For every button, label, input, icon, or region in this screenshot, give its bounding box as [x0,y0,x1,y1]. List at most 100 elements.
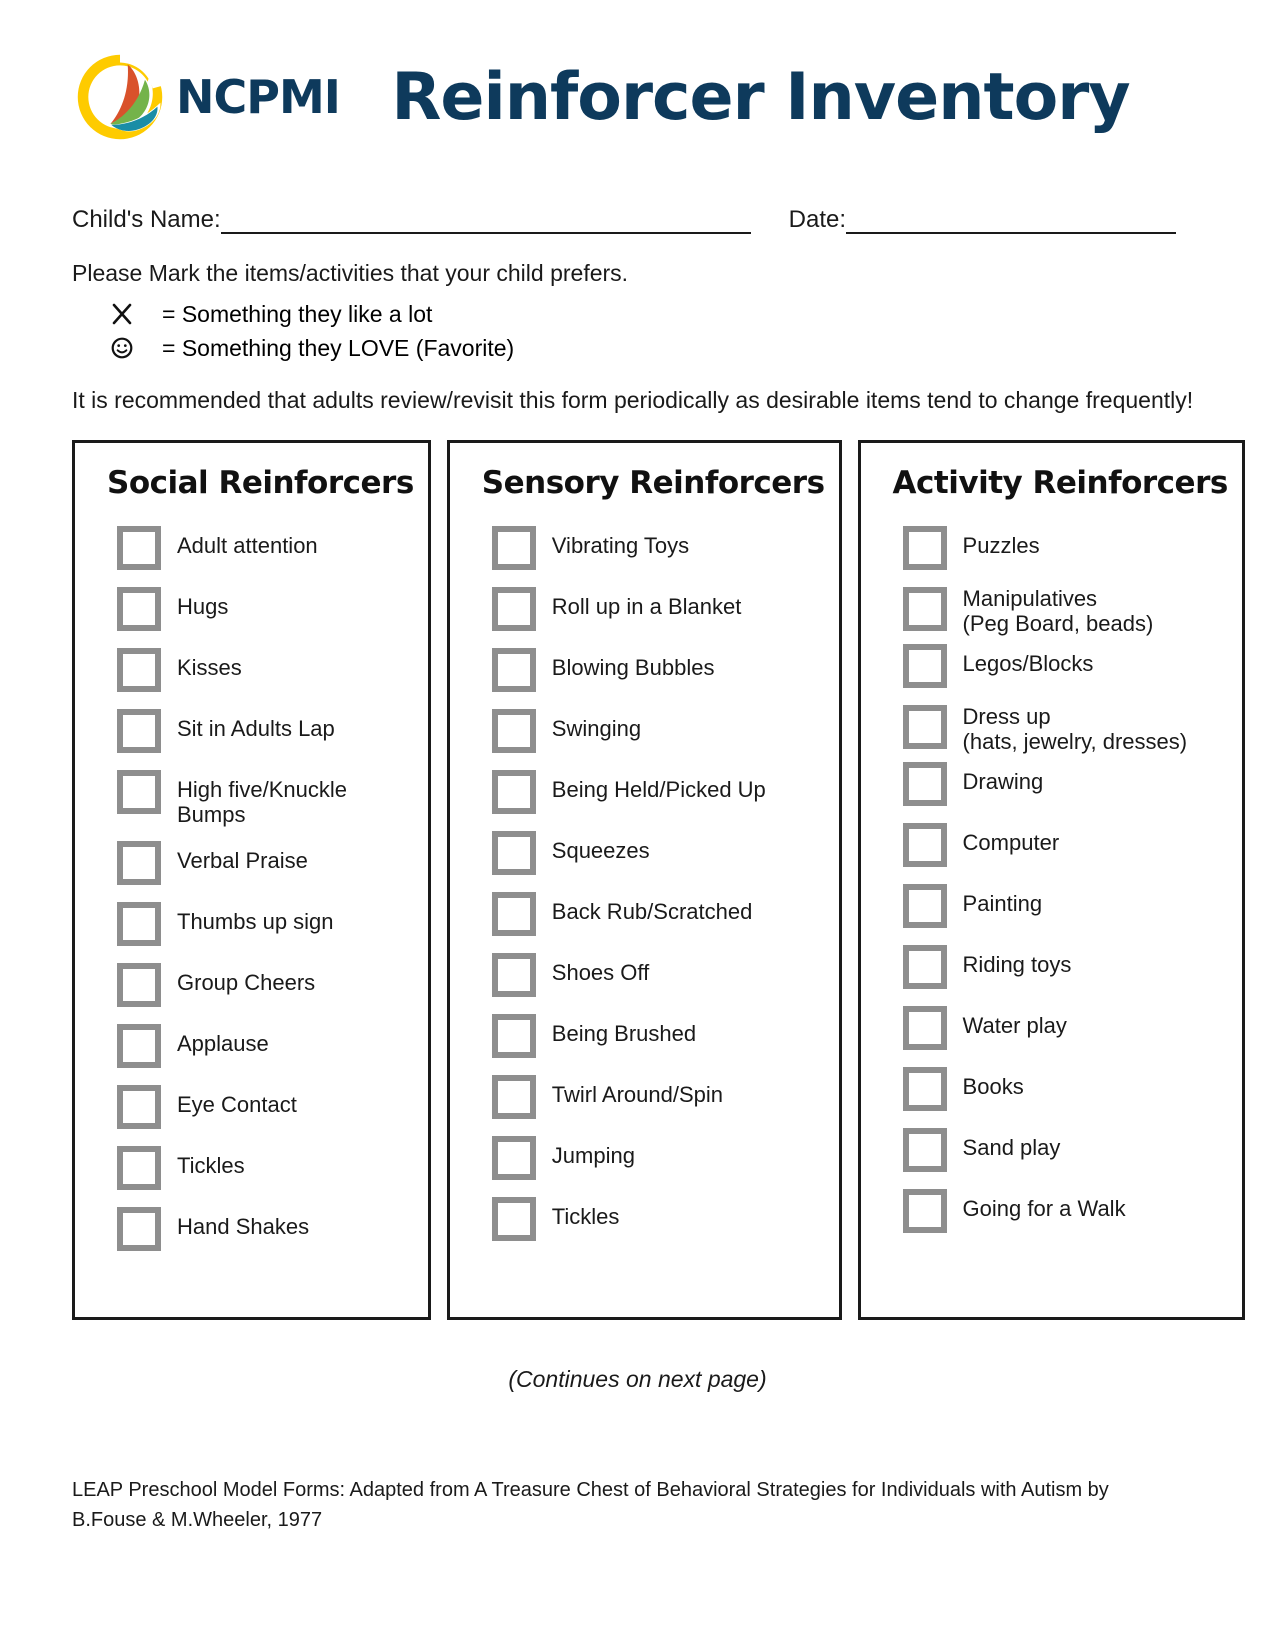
checkbox-row[interactable]: Kisses [117,647,414,695]
checkbox-row[interactable]: Dress up (hats, jewelry, dresses) [902,704,1228,754]
checkbox-row[interactable]: Riding toys [902,944,1228,992]
checkbox[interactable] [491,892,536,936]
citation: LEAP Preschool Model Forms: Adapted from… [72,1475,1203,1535]
checkbox-row[interactable]: Back Rub/Scratched [491,891,825,939]
checkbox-row[interactable]: Vibrating Toys [491,525,825,573]
checkbox[interactable] [117,526,161,570]
checkbox[interactable] [491,1136,536,1180]
checkbox-row[interactable]: Tickles [117,1145,414,1193]
checkbox[interactable] [117,841,161,885]
checkbox[interactable] [117,963,161,1007]
checkbox-label: Eye Contact [177,1092,297,1117]
checkbox[interactable] [902,762,947,806]
checkbox-row[interactable]: Twirl Around/Spin [491,1074,825,1122]
checkbox[interactable] [491,1014,536,1058]
checkbox[interactable] [902,884,947,928]
child-name-input[interactable] [220,210,751,234]
checkbox[interactable] [491,587,536,631]
checkbox-row[interactable]: Painting [902,883,1228,931]
checkbox[interactable] [491,953,536,997]
checkbox-row[interactable]: Swinging [491,708,825,756]
checkbox-row[interactable]: Thumbs up sign [117,901,414,949]
checkbox-row[interactable]: Books [902,1066,1228,1114]
legend: = Something they like a lot = Something … [72,297,1203,365]
checkbox-row[interactable]: Sand play [902,1127,1228,1175]
checkbox-label: Back Rub/Scratched [551,899,753,924]
checkbox[interactable] [117,709,161,753]
checkbox[interactable] [491,831,536,875]
checkbox[interactable] [117,1024,161,1068]
checkbox-row[interactable]: Hand Shakes [117,1206,414,1254]
checkbox-row[interactable]: Computer [902,822,1228,870]
checkbox-row[interactable]: Being Brushed [491,1013,825,1061]
checkbox-row[interactable]: Eye Contact [117,1084,414,1132]
checkbox-row[interactable]: Going for a Walk [902,1188,1228,1236]
checkbox-row[interactable]: Shoes Off [491,952,825,1000]
checkbox-row[interactable]: Water play [902,1005,1228,1053]
checkbox[interactable] [902,1067,947,1111]
checkbox[interactable] [491,526,536,570]
checkbox[interactable] [902,705,947,749]
checkbox[interactable] [902,1128,947,1172]
checkbox-row[interactable]: Applause [117,1023,414,1071]
checkbox[interactable] [117,902,161,946]
checkbox[interactable] [491,709,536,753]
checkbox[interactable] [491,770,536,814]
checkbox[interactable] [491,1197,536,1241]
checkbox[interactable] [491,1075,536,1119]
checkbox-row[interactable]: Legos/Blocks [902,643,1228,691]
checkbox-row[interactable]: Verbal Praise [117,840,414,888]
checkbox-label: Hugs [177,594,229,619]
checkbox-row[interactable]: Group Cheers [117,962,414,1010]
checkbox[interactable] [902,823,947,867]
sensory-reinforcers-list: Vibrating Toys Roll up in a Blanket Blow… [464,525,825,1244]
checkbox-row[interactable]: Sit in Adults Lap [117,708,414,756]
legend-item-love: = Something they LOVE (Favorite) [110,331,1203,365]
checkbox[interactable] [902,644,947,688]
checkbox-label: Legos/Blocks [962,651,1094,676]
checkbox-label: Thumbs up sign [177,909,334,934]
checkbox-label: Squeezes [551,838,650,863]
checkbox[interactable] [117,1146,161,1190]
sensory-reinforcers-title: Sensory Reinforcers [481,465,825,501]
checkbox[interactable] [491,648,536,692]
legend-item-like: = Something they like a lot [110,297,1203,331]
checkbox-row[interactable]: Being Held/Picked Up [491,769,825,817]
checkbox-label: Vibrating Toys [551,533,690,558]
checkbox[interactable] [902,945,947,989]
ncpmi-swoosh-icon [72,49,168,145]
checkbox-label: Twirl Around/Spin [551,1082,723,1107]
checkbox-row[interactable]: Tickles [491,1196,825,1244]
checkbox[interactable] [117,770,161,814]
checkbox[interactable] [902,526,947,570]
activity-reinforcers-title: Activity Reinforcers [892,465,1229,501]
checkbox[interactable] [117,1207,161,1251]
checkbox-row[interactable]: Manipulatives (Peg Board, beads) [902,586,1228,636]
activity-reinforcers-box: Activity Reinforcers Puzzles Manipulativ… [857,440,1245,1320]
checkbox-row[interactable]: Puzzles [902,525,1228,573]
date-input[interactable] [846,210,1177,234]
checkbox[interactable] [902,1189,947,1233]
checkbox[interactable] [902,587,947,631]
name-date-row: Child's Name: Date: [72,206,1203,234]
checkbox-row[interactable]: Blowing Bubbles [491,647,825,695]
checkbox[interactable] [117,587,161,631]
checkbox-row[interactable]: Hugs [117,586,414,634]
checkbox-label: Drawing [962,769,1044,794]
checkbox-row[interactable]: Roll up in a Blanket [491,586,825,634]
checkbox[interactable] [117,1085,161,1129]
reinforcer-inventory-page: NCPMI Reinforcer Inventory Child's Name:… [0,0,1275,1650]
checkbox-label: Manipulatives (Peg Board, beads) [962,586,1154,636]
checkbox[interactable] [117,648,161,692]
checkbox-row[interactable]: High five/Knuckle Bumps [117,769,414,827]
continues-note: (Continues on next page) [508,1366,767,1392]
checkbox-label: Sand play [962,1135,1061,1160]
checkbox-row[interactable]: Drawing [902,761,1228,809]
page-header: NCPMI Reinforcer Inventory [72,0,1203,160]
checkbox-row[interactable]: Adult attention [117,525,414,573]
checkbox-label: Blowing Bubbles [551,655,715,680]
checkbox-row[interactable]: Jumping [491,1135,825,1183]
checkbox-label: Puzzles [962,533,1040,558]
checkbox[interactable] [902,1006,947,1050]
checkbox-row[interactable]: Squeezes [491,830,825,878]
